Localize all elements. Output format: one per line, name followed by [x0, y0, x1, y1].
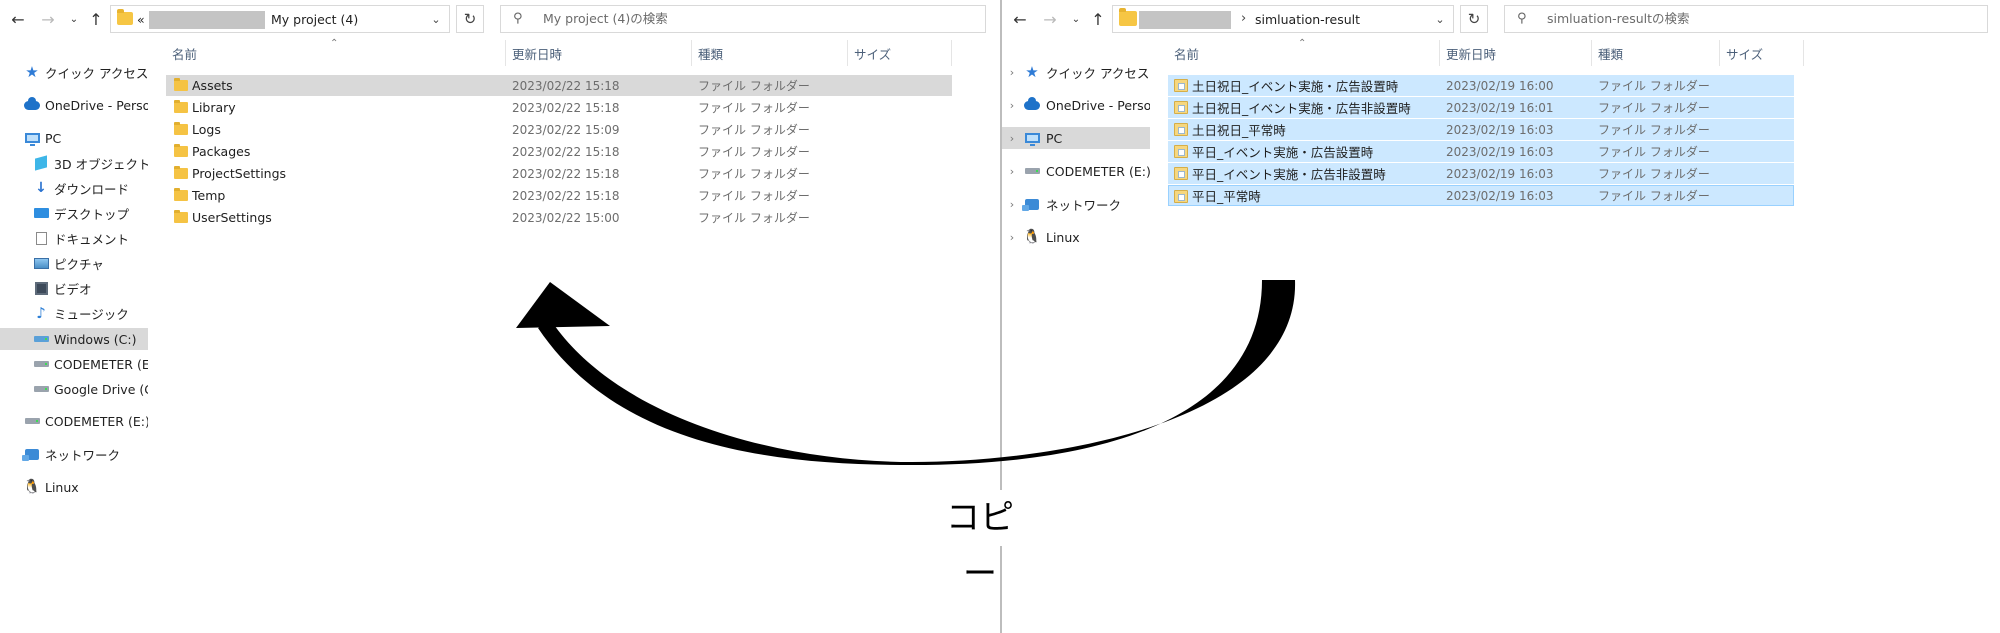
arrow-head	[516, 282, 610, 328]
curved-arrow-shaft	[538, 280, 1296, 465]
copy-label: コピー	[932, 490, 1028, 594]
